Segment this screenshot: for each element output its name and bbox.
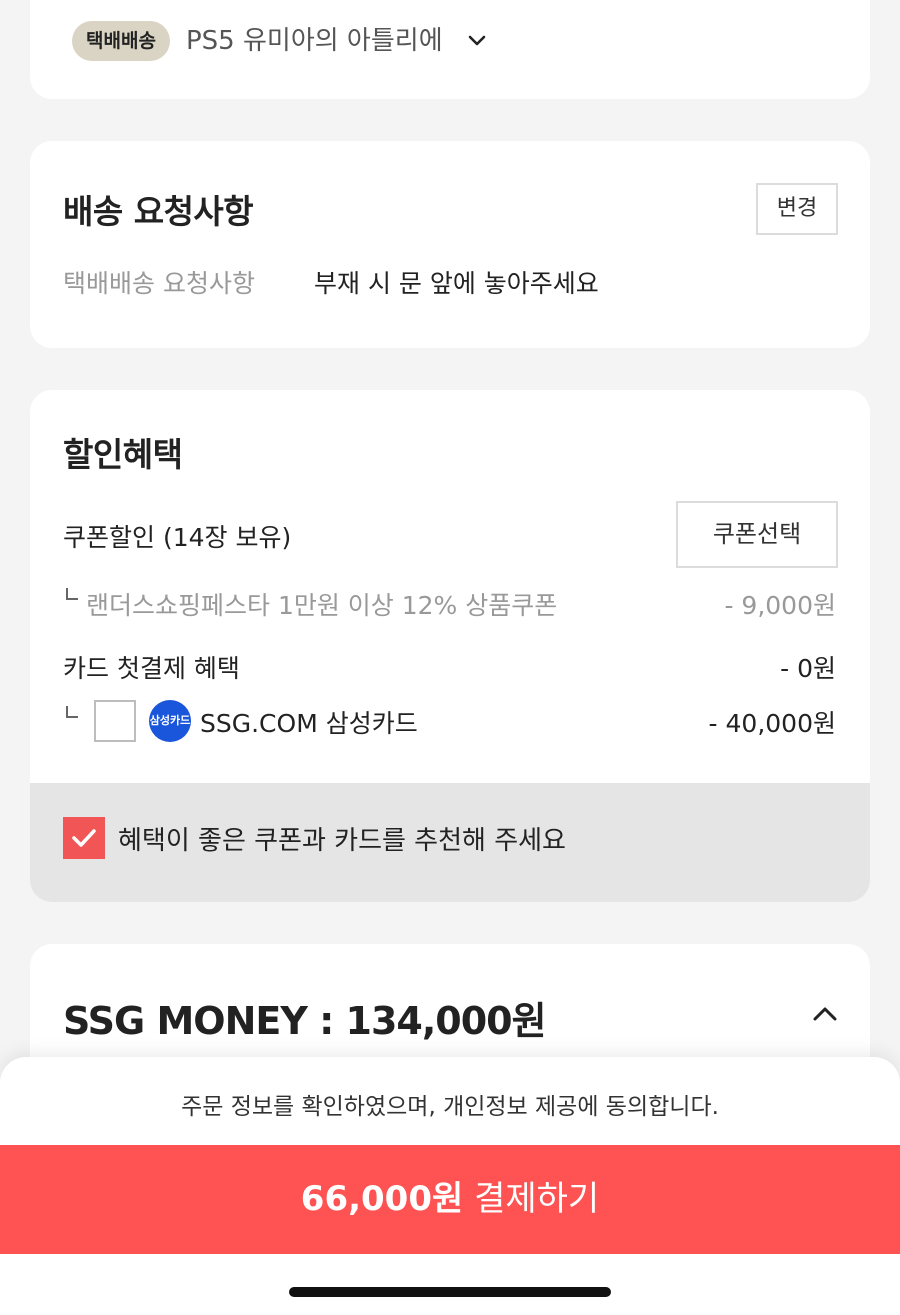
samsung-card-logo: 삼성카드 <box>149 700 191 742</box>
pay-label: 결제하기 <box>474 1179 600 1219</box>
card-benefit-amount: - 0원 <box>780 654 836 683</box>
delivery-request-title: 배송 요청사항 <box>63 192 254 231</box>
request-value: 부재 시 문 앞에 놓아주세요 <box>314 269 599 298</box>
card-option-amount: - 40,000원 <box>708 709 836 738</box>
sub-item-corner-icon <box>66 706 78 718</box>
card-option-checkbox[interactable] <box>94 700 136 742</box>
discount-card: 할인혜택 쿠폰할인 (14장 보유) 쿠폰선택 랜더스쇼핑페스타 1만원 이상 … <box>30 390 870 902</box>
pay-button[interactable]: 66,000원 결제하기 <box>0 1145 900 1254</box>
delivery-request-card: 배송 요청사항 변경 택배배송 요청사항 부재 시 문 앞에 놓아주세요 <box>30 141 870 348</box>
card-option-name: SSG.COM 삼성카드 <box>200 709 418 738</box>
coupon-discount-label: 쿠폰할인 (14장 보유) <box>63 523 292 552</box>
request-label: 택배배송 요청사항 <box>63 269 255 298</box>
discount-title: 할인혜택 <box>63 435 183 474</box>
card-benefit-label: 카드 첫결제 혜택 <box>63 654 240 683</box>
payment-bottom-sheet: 주문 정보를 확인하였으며, 개인정보 제공에 동의합니다. 66,000원 결… <box>0 1057 900 1315</box>
address-card: 택배배송 PS5 유미아의 아틀리에 <box>30 0 870 99</box>
checkmark-icon <box>72 829 96 847</box>
coupon-item-name: 랜더스쇼핑페스타 1만원 이상 12% 상품쿠폰 <box>86 591 558 620</box>
ssg-money-title: SSG MONEY : 134,000원 <box>63 999 547 1043</box>
pay-amount: 66,000원 <box>300 1179 464 1219</box>
coupon-select-button[interactable]: 쿠폰선택 <box>676 501 838 568</box>
home-indicator <box>289 1287 611 1297</box>
change-button[interactable]: 변경 <box>756 183 838 235</box>
coupon-item-amount: - 9,000원 <box>724 591 836 620</box>
agreement-text: 주문 정보를 확인하였으며, 개인정보 제공에 동의합니다. <box>181 1094 719 1120</box>
recommend-label: 혜택이 좋은 쿠폰과 카드를 추천해 주세요 <box>118 826 566 856</box>
address-text[interactable]: PS5 유미아의 아틀리에 <box>186 21 443 61</box>
chevron-up-icon[interactable] <box>810 999 840 1029</box>
delivery-type-badge: 택배배송 <box>72 21 170 61</box>
recommend-bar: 혜택이 좋은 쿠폰과 카드를 추천해 주세요 <box>30 783 870 902</box>
recommend-checkbox[interactable] <box>63 817 105 859</box>
sub-item-corner-icon <box>66 588 78 600</box>
chevron-down-icon[interactable] <box>464 28 490 54</box>
